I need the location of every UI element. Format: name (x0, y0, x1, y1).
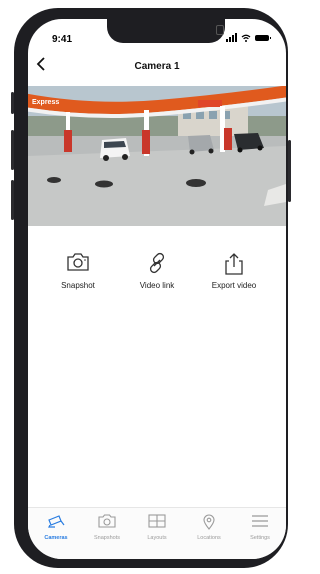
station-sign: Express (32, 99, 59, 106)
signal-icon (226, 33, 237, 42)
volume-down-button (11, 180, 14, 220)
camera-icon (98, 514, 116, 528)
link-icon (149, 252, 165, 274)
tab-bar: Cameras Snapshots Layouts Locations Sett… (28, 507, 286, 559)
camera-icon (67, 253, 89, 271)
tab-settings[interactable]: Settings (234, 514, 286, 541)
video-link-label: Video link (139, 281, 175, 290)
tab-snapshots[interactable]: Snapshots (81, 514, 133, 541)
tab-cameras[interactable]: Cameras (30, 514, 82, 541)
camera-video-feed[interactable]: Express (28, 86, 286, 226)
cctv-icon (48, 515, 65, 528)
video-link-button[interactable]: Video link (117, 252, 197, 290)
tab-locations-label: Locations (197, 535, 221, 541)
page-title: Camera 1 (134, 61, 180, 72)
battery-icon (255, 35, 271, 41)
export-video-button[interactable]: Export video (194, 252, 274, 290)
volume-up-button (11, 130, 14, 170)
pin-icon (203, 514, 215, 530)
front-camera (216, 25, 224, 35)
menu-icon (252, 515, 268, 527)
tab-cameras-label: Cameras (44, 535, 68, 541)
snapshot-label: Snapshot (61, 281, 95, 290)
tab-layouts[interactable]: Layouts (131, 514, 183, 541)
grid-icon (148, 514, 166, 528)
tab-snapshots-label: Snapshots (94, 535, 120, 541)
tab-layouts-label: Layouts (147, 535, 167, 541)
app-screen: 9:41 Camera 1 Express Snapshot Video lin… (28, 19, 286, 559)
power-button (288, 140, 291, 202)
status-time: 9:41 (52, 34, 73, 45)
mute-switch (11, 92, 14, 114)
export-video-label: Export video (211, 281, 257, 290)
status-icons (226, 33, 271, 42)
tab-locations[interactable]: Locations (183, 514, 235, 541)
notch (107, 19, 225, 43)
share-icon (225, 253, 243, 275)
gas-station-scene: Express (28, 86, 286, 226)
snapshot-button[interactable]: Snapshot (38, 252, 118, 290)
tab-settings-label: Settings (250, 535, 270, 541)
wifi-icon (241, 34, 251, 42)
